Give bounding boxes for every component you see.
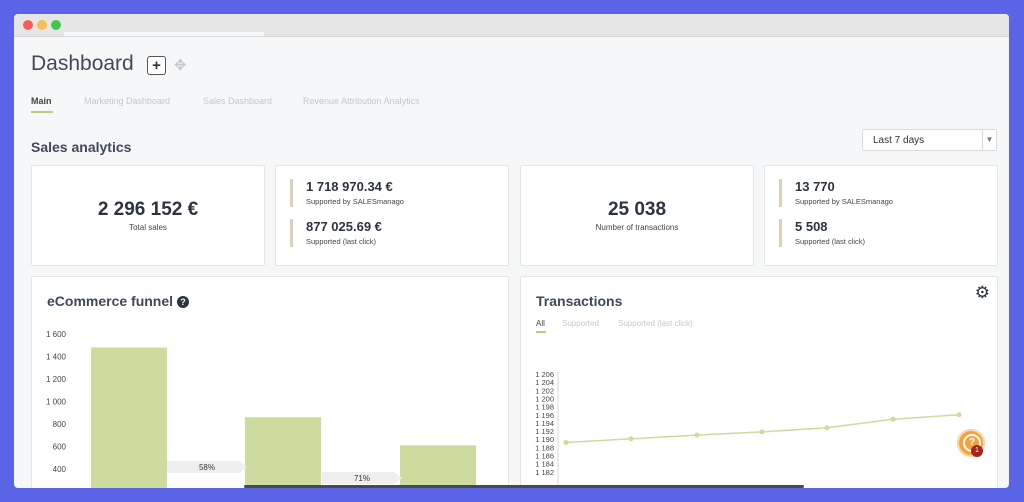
notification-badge: 1	[971, 445, 983, 457]
chevron-down-icon: ▼	[982, 130, 996, 150]
funnel-bar	[400, 445, 476, 488]
help-widget-button[interactable]: ? 1	[957, 429, 985, 457]
funnel-chart: 1 600 1 400 1 200 1 000 800 600 400 58% 71%	[46, 330, 476, 488]
sales-last-click-item: 877 025.69 € Supported (last click)	[290, 219, 382, 247]
transactions-panel: Transactions ⚙ All Supported Supported (…	[520, 276, 998, 488]
transactions-supported-value: 13 770	[795, 179, 835, 194]
total-sales-value: 2 296 152 €	[97, 199, 199, 220]
browser-tab[interactable]	[64, 32, 264, 36]
data-point	[890, 416, 896, 422]
y-tick-label: 1 200	[46, 375, 67, 384]
funnel-bar	[91, 347, 167, 488]
y-tick-label: 1 600	[46, 330, 67, 339]
move-icon[interactable]: ✥	[174, 56, 187, 74]
section-title: Sales analytics	[31, 139, 132, 155]
data-point	[824, 425, 830, 431]
conversion-label: 58%	[199, 463, 215, 472]
total-sales-card: 2 296 152 € Total sales	[31, 165, 265, 266]
funnel-bar	[245, 417, 321, 488]
sales-last-click-caption: Supported (last click)	[306, 237, 377, 246]
conversion-label: 71%	[354, 474, 370, 483]
minimize-window-button[interactable]	[37, 20, 47, 30]
period-select[interactable]: Last 7 days ▼	[862, 129, 997, 151]
transactions-supported-item: 13 770 Supported by SALESmanago	[779, 179, 893, 207]
y-tick-label: 1 400	[46, 353, 67, 362]
data-point	[628, 436, 634, 442]
sales-split-card: 1 718 970.34 € Supported by SALESmanago …	[275, 165, 509, 266]
y-tick-label: 600	[53, 443, 67, 452]
y-tick-label: 1 182	[535, 468, 554, 477]
close-window-button[interactable]	[23, 20, 33, 30]
tab-revenue-attribution-analytics[interactable]: Revenue Attribution Analytics	[303, 96, 420, 106]
data-point	[563, 439, 569, 445]
sales-supported-item: 1 718 970.34 € Supported by SALESmanago	[290, 179, 404, 207]
sales-supported-caption: Supported by SALESmanago	[306, 197, 404, 206]
page-title: Dashboard	[31, 52, 134, 75]
period-select-value: Last 7 days	[873, 135, 925, 146]
transactions-value: 25 038	[607, 199, 667, 220]
transactions-last-click-value: 5 508	[795, 219, 828, 234]
browser-window: Dashboard + ✥ Main Marketing Dashboard S…	[14, 14, 1009, 488]
tab-sales-dashboard[interactable]: Sales Dashboard	[203, 96, 272, 106]
y-tick-label: 800	[53, 420, 67, 429]
add-dashboard-button[interactable]: +	[147, 56, 166, 75]
total-sales-caption: Total sales	[129, 223, 167, 232]
sales-last-click-value: 877 025.69 €	[306, 219, 382, 234]
sales-supported-value: 1 718 970.34 €	[306, 179, 393, 194]
transactions-split-card: 13 770 Supported by SALESmanago 5 508 Su…	[764, 165, 998, 266]
transactions-last-click-caption: Supported (last click)	[795, 237, 866, 246]
transactions-chart: 1 2061 2041 2021 2001 1981 1961 1941 192…	[535, 370, 962, 488]
tab-marketing-dashboard[interactable]: Marketing Dashboard	[84, 96, 170, 106]
transactions-caption: Number of transactions	[595, 223, 679, 232]
ecommerce-funnel-panel: eCommerce funnel? 1 600 1 400 1 200 1 000 80…	[31, 276, 509, 488]
transactions-card: 25 038 Number of transactions	[520, 165, 754, 266]
tab-main[interactable]: Main	[31, 96, 53, 113]
transactions-supported-caption: Supported by SALESmanago	[795, 197, 893, 206]
maximize-window-button[interactable]	[51, 20, 61, 30]
transactions-last-click-item: 5 508 Supported (last click)	[779, 219, 865, 247]
data-point	[694, 432, 700, 438]
data-point	[759, 429, 765, 435]
series-line	[565, 414, 960, 444]
y-tick-label: 400	[53, 465, 67, 474]
horizontal-scrollbar[interactable]	[244, 485, 804, 488]
title-bar	[14, 14, 1009, 37]
y-tick-label: 1 000	[46, 398, 67, 407]
data-point	[956, 412, 962, 418]
